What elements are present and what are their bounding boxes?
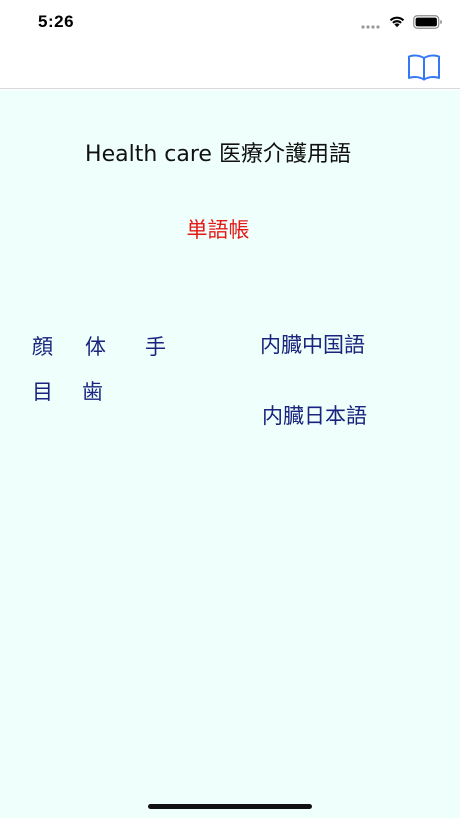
category-body-link[interactable]: 体 xyxy=(85,331,106,361)
home-indicator[interactable] xyxy=(148,804,312,809)
book-icon xyxy=(408,54,440,81)
category-eye-link[interactable]: 目 xyxy=(32,376,53,406)
bookmarks-button[interactable] xyxy=(406,52,442,82)
status-time: 5:26 xyxy=(38,12,75,31)
wordbook-link[interactable]: 単語帳 xyxy=(0,214,436,244)
category-hand-link[interactable]: 手 xyxy=(145,331,166,361)
wifi-icon xyxy=(389,16,405,28)
cellular-signal-icon xyxy=(361,25,380,29)
category-organs-chinese-link[interactable]: 内臓中国語 xyxy=(260,329,365,359)
main-content: Health care 医療介護用語 単語帳 顔 体 手 目 歯 内臓中国語 内… xyxy=(0,90,460,818)
category-organs-japanese-link[interactable]: 内臓日本語 xyxy=(262,400,367,430)
navigation-bar xyxy=(0,44,460,89)
category-tooth-link[interactable]: 歯 xyxy=(82,376,103,406)
app-screen: 5:26 Health care 医療介護用語 単語帳 顔 体 手 目 歯 内臓… xyxy=(0,0,460,818)
status-bar: 5:26 xyxy=(0,0,460,44)
battery-icon xyxy=(413,15,442,29)
page-title: Health care 医療介護用語 xyxy=(85,142,351,167)
category-face-link[interactable]: 顔 xyxy=(32,331,53,361)
